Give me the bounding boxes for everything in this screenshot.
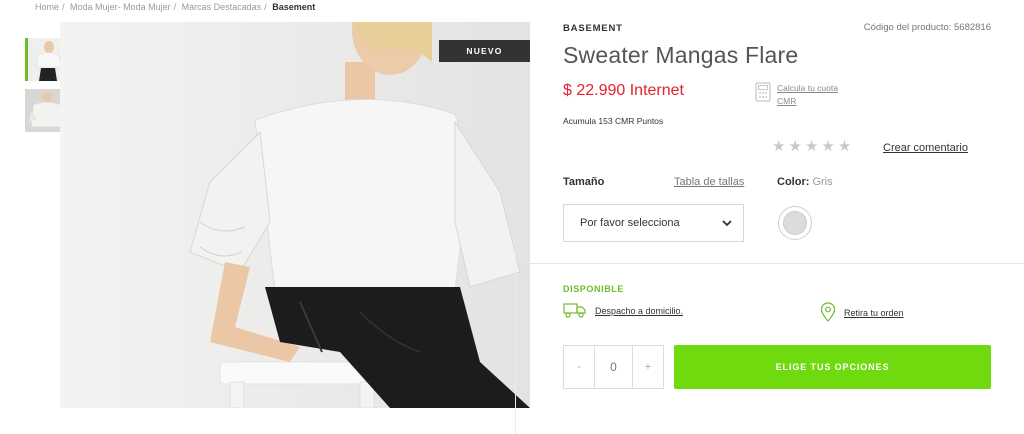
breadcrumb: Home / Moda Mujer- Moda Mujer / Marcas Des…: [35, 2, 315, 12]
product-price: $ 22.990 Internet: [563, 82, 684, 99]
product-code: Código del producto: 5682816: [863, 22, 991, 33]
home-delivery-link[interactable]: Despacho a domicilio.: [563, 302, 683, 320]
size-label: Tamaño: [563, 176, 605, 188]
cmr-points: Acumula 153 CMR Puntos: [563, 116, 664, 126]
quantity-increase-button[interactable]: +: [633, 346, 663, 388]
color-swatch-gris[interactable]: [778, 206, 812, 240]
availability-status: DISPONIBLE: [563, 284, 625, 294]
breadcrumb-separator: /: [173, 2, 177, 12]
star-icon[interactable]: ★: [838, 139, 851, 154]
size-select-value: Por favor selecciona: [580, 217, 680, 229]
quantity-input[interactable]: 0: [594, 346, 633, 388]
store-pickup-link[interactable]: Retira tu orden: [820, 302, 904, 324]
star-icon[interactable]: ★: [772, 139, 785, 154]
color-label: Color: Gris: [777, 176, 833, 188]
store-pickup-label[interactable]: Retira tu orden: [844, 308, 904, 318]
installment-calculator[interactable]: Calcula tu cuota CMR: [755, 82, 847, 108]
breadcrumb-separator: /: [62, 2, 65, 12]
choose-options-button[interactable]: ELIGE TUS OPCIONES: [674, 345, 991, 389]
home-delivery-label[interactable]: Despacho a domicilio.: [595, 306, 683, 316]
breadcrumb-category[interactable]: Moda Mujer- Moda Mujer: [70, 2, 171, 12]
product-image[interactable]: NUEVO: [60, 22, 530, 408]
new-badge: NUEVO: [439, 40, 530, 62]
divider: [515, 250, 516, 434]
breadcrumb-separator: /: [264, 2, 267, 12]
star-icon[interactable]: ★: [805, 139, 818, 154]
size-select[interactable]: Por favor selecciona: [563, 204, 744, 242]
truck-icon: [563, 302, 587, 320]
create-comment-link[interactable]: Crear comentario: [883, 142, 968, 154]
quantity-decrease-button[interactable]: -: [564, 346, 594, 388]
installment-link[interactable]: Calcula tu cuota CMR: [777, 82, 847, 108]
map-pin-icon: [820, 302, 836, 324]
calculator-icon: [755, 82, 771, 107]
breadcrumb-current: Basement: [272, 2, 316, 12]
divider: [515, 263, 1024, 264]
swatch-fill: [783, 211, 807, 235]
product-title: Sweater Mangas Flare: [563, 42, 799, 68]
brand-name[interactable]: BASEMENT: [563, 23, 623, 34]
breadcrumb-home[interactable]: Home: [35, 2, 59, 12]
breadcrumb-brands[interactable]: Marcas Destacadas: [182, 2, 262, 12]
size-table-link[interactable]: Tabla de tallas: [674, 176, 744, 188]
star-icon[interactable]: ★: [821, 139, 834, 154]
color-label-key: Color:: [777, 176, 810, 188]
color-value: Gris: [812, 176, 833, 188]
quantity-stepper: - 0 +: [563, 345, 664, 389]
rating-stars[interactable]: ★ ★ ★ ★ ★: [772, 139, 851, 154]
star-icon[interactable]: ★: [788, 139, 801, 154]
chevron-down-icon: [722, 220, 732, 227]
